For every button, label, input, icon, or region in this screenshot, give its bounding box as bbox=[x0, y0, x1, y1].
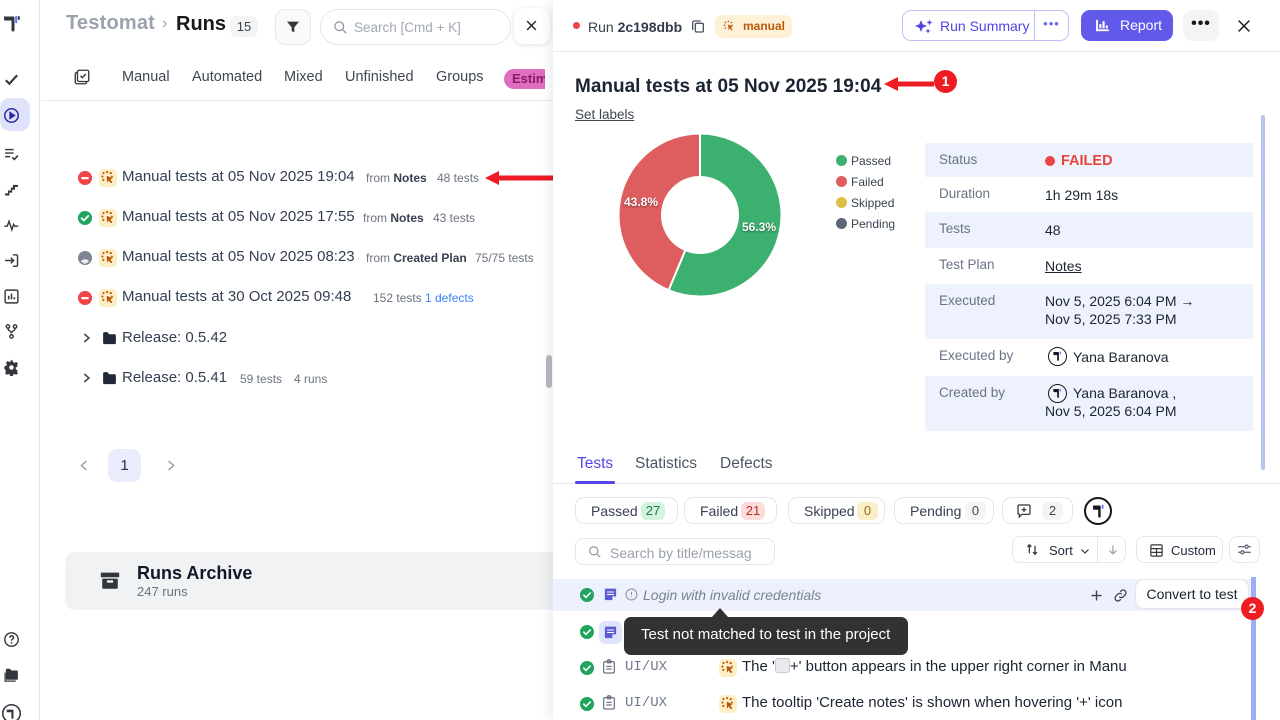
svg-text:56.3%: 56.3% bbox=[742, 220, 776, 234]
svg-text:43.8%: 43.8% bbox=[624, 195, 658, 209]
